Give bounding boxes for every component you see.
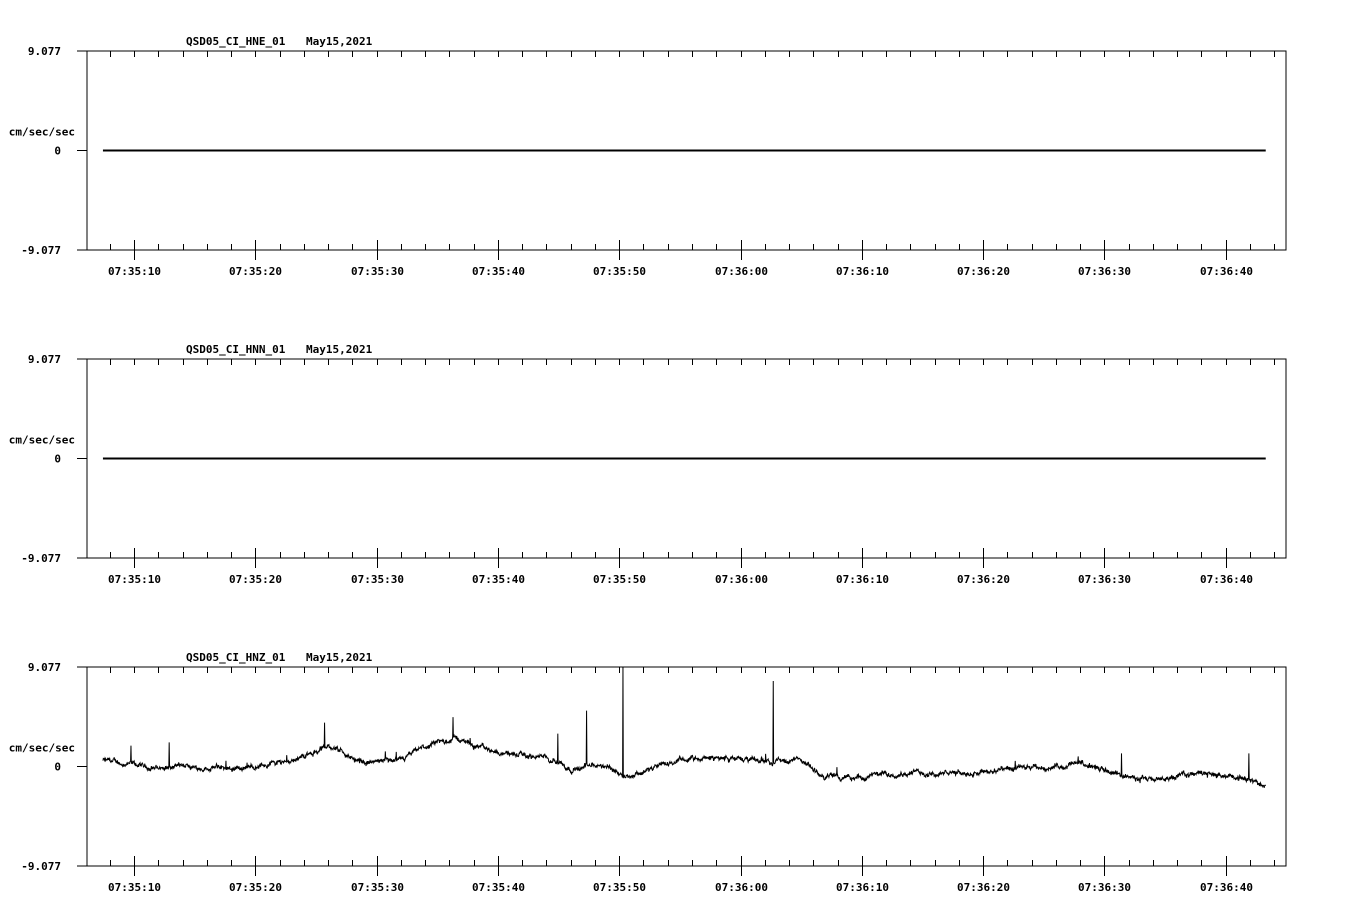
record-date: May15,2021: [306, 343, 373, 356]
y-tick-label: -9.077: [21, 860, 61, 873]
seismogram-figure: 9.077 0 -9.077 cm/sec/sec QSD05_CI_HNE_01 May…: [0, 0, 1358, 924]
y-tick-label: 9.077: [28, 353, 61, 366]
y-tick-label: 0: [54, 145, 61, 158]
record-date: May15,2021: [306, 651, 373, 664]
x-tick-label: 07:35:40: [472, 265, 525, 278]
x-tick-label: 07:36:40: [1200, 881, 1253, 894]
x-tick-label: 07:35:20: [229, 265, 282, 278]
x-tick-label: 07:35:40: [472, 881, 525, 894]
x-tick-label: 07:35:20: [229, 881, 282, 894]
x-tick-label: 07:36:20: [957, 881, 1010, 894]
x-tick-label: 07:36:20: [957, 573, 1010, 586]
x-tick-label: 07:35:10: [108, 573, 161, 586]
x-tick-label: 07:36:10: [836, 265, 889, 278]
x-tick-label: 07:36:20: [957, 265, 1010, 278]
x-tick-label: 07:35:30: [351, 881, 404, 894]
channel-title: QSD05_CI_HNN_01: [186, 343, 286, 356]
x-tick-label: 07:36:40: [1200, 573, 1253, 586]
x-tick-label: 07:35:20: [229, 573, 282, 586]
y-tick-label: 9.077: [28, 661, 61, 674]
y-axis-label: cm/sec/sec: [9, 742, 75, 755]
panel-0: 9.077 0 -9.077 cm/sec/sec QSD05_CI_HNE_01 May…: [9, 35, 1287, 278]
x-tick-label: 07:36:30: [1078, 265, 1131, 278]
y-tick-label: -9.077: [21, 552, 61, 565]
x-tick-label: 07:35:50: [593, 265, 646, 278]
x-tick-label: 07:36:30: [1078, 573, 1131, 586]
x-tick-label: 07:36:00: [715, 881, 768, 894]
x-tick-label: 07:36:10: [836, 573, 889, 586]
x-tick-label: 07:35:10: [108, 881, 161, 894]
x-tick-label: 07:35:30: [351, 265, 404, 278]
x-tick-label: 07:36:10: [836, 881, 889, 894]
x-tick-label: 07:36:30: [1078, 881, 1131, 894]
x-tick-label: 07:36:40: [1200, 265, 1253, 278]
x-tick-label: 07:35:50: [593, 881, 646, 894]
x-tick-label: 07:35:40: [472, 573, 525, 586]
channel-title: QSD05_CI_HNZ_01: [186, 651, 286, 664]
channel-title: QSD05_CI_HNE_01: [186, 35, 286, 48]
record-date: May15,2021: [306, 35, 373, 48]
y-axis-label: cm/sec/sec: [9, 126, 75, 139]
x-tick-label: 07:35:50: [593, 573, 646, 586]
seismogram-chart: 9.077 0 -9.077 cm/sec/sec QSD05_CI_HNE_01 May…: [9, 35, 1287, 894]
x-tick-label: 07:35:30: [351, 573, 404, 586]
y-tick-label: 0: [54, 761, 61, 774]
panel-2: 9.077 0 -9.077 cm/sec/sec QSD05_CI_HNZ_01 May…: [9, 651, 1287, 894]
x-tick-label: 07:35:10: [108, 265, 161, 278]
waveform-trace: [102, 666, 1267, 789]
y-tick-label: 0: [54, 453, 61, 466]
y-tick-label: 9.077: [28, 45, 61, 58]
x-tick-label: 07:36:00: [715, 265, 768, 278]
plot-frame: [86, 666, 1287, 867]
y-tick-label: -9.077: [21, 244, 61, 257]
panel-1: 9.077 0 -9.077 cm/sec/sec QSD05_CI_HNN_01 May…: [9, 343, 1287, 586]
y-axis-label: cm/sec/sec: [9, 434, 75, 447]
x-tick-label: 07:36:00: [715, 573, 768, 586]
